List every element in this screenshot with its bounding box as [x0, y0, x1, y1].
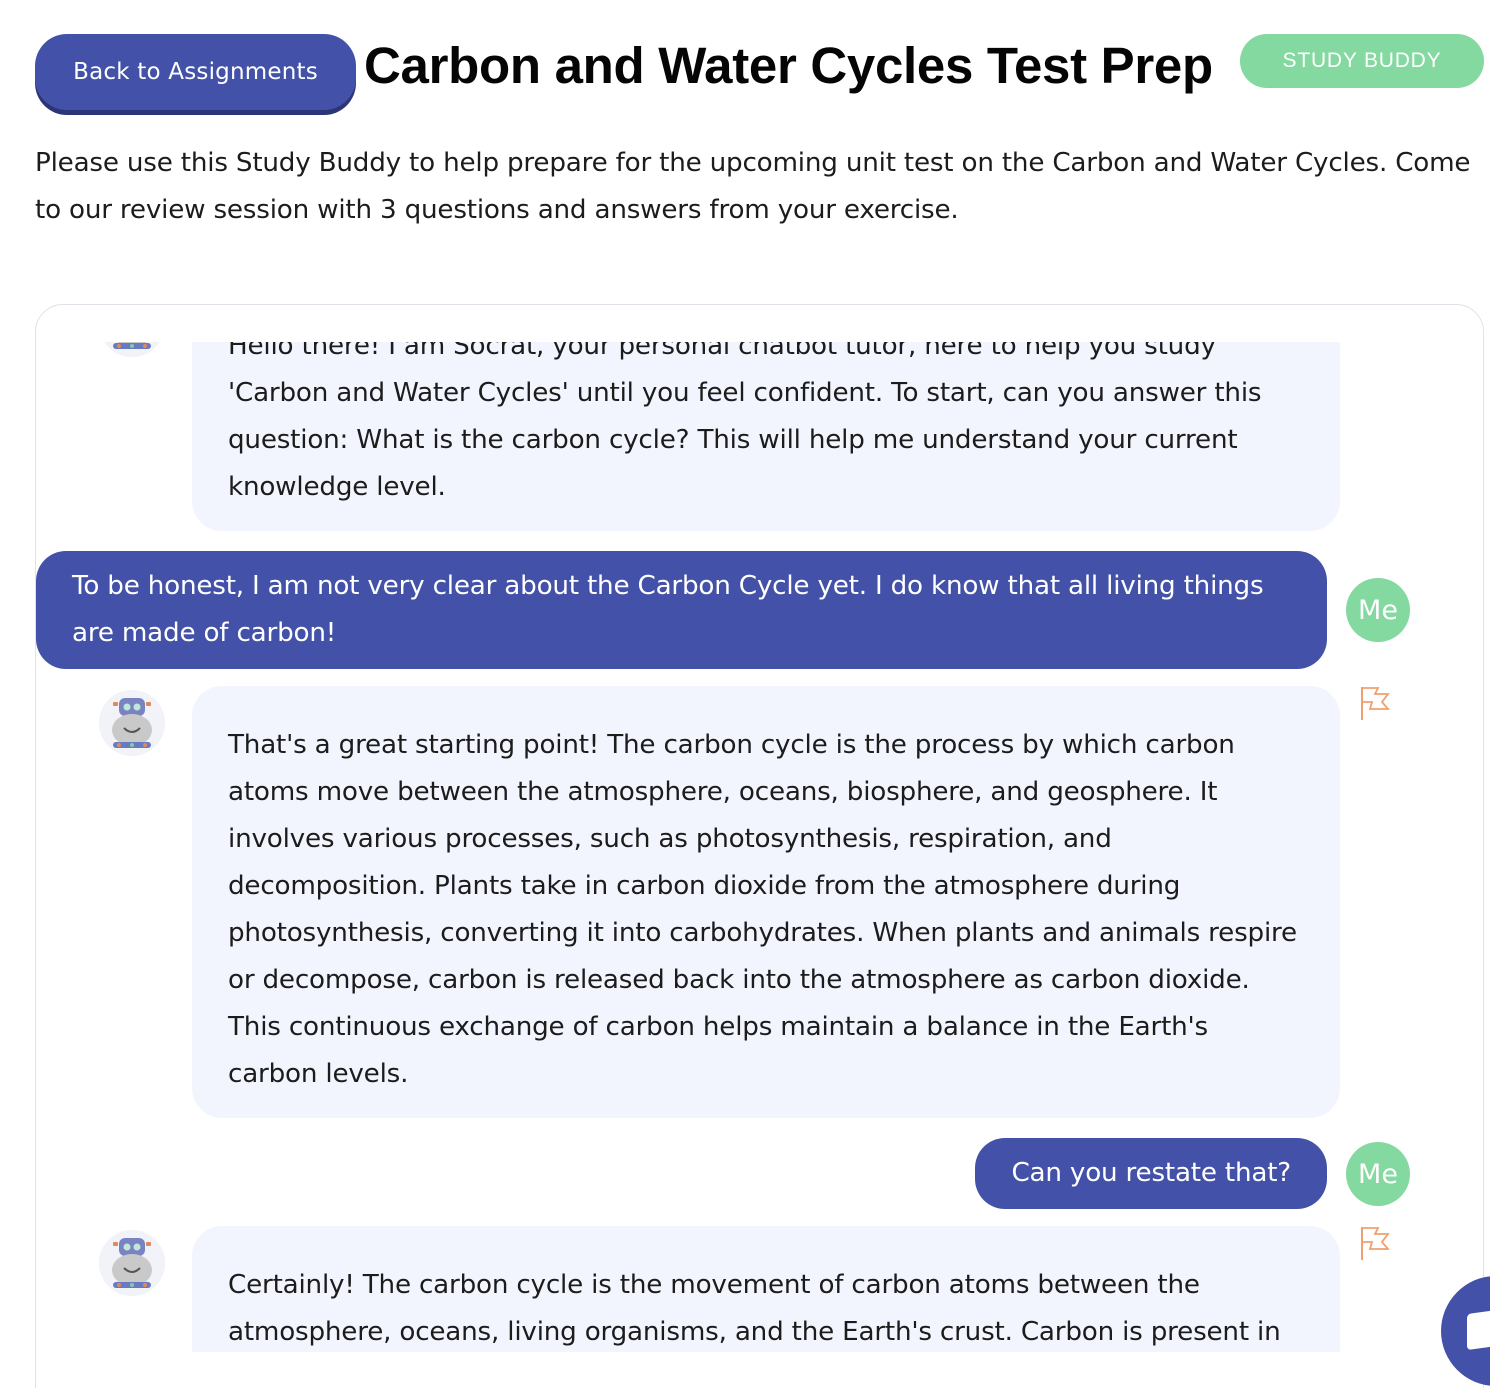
flag-icon[interactable] [1358, 1224, 1392, 1262]
chat-scroll-area[interactable]: Hello there! I am Socrat, your personal … [36, 342, 1483, 1352]
robot-avatar-icon [99, 342, 165, 357]
bot-message-row: That's a great starting point! The carbo… [36, 686, 1483, 1118]
robot-avatar-icon [99, 1230, 165, 1296]
bot-message-bubble: Certainly! The carbon cycle is the movem… [192, 1226, 1340, 1352]
bot-message-row: Hello there! I am Socrat, your personal … [36, 342, 1483, 531]
flag-icon[interactable] [1358, 684, 1392, 722]
chat-panel: Hello there! I am Socrat, your personal … [35, 304, 1484, 1388]
user-message-row: Can you restate that? Me [36, 1138, 1483, 1209]
user-message-bubble: To be honest, I am not very clear about … [36, 551, 1327, 669]
back-to-assignments-button[interactable]: Back to Assignments [35, 34, 356, 110]
assignment-description: Please use this Study Buddy to help prep… [35, 148, 1471, 225]
chat-help-icon [1467, 1309, 1490, 1351]
user-avatar: Me [1346, 1142, 1410, 1206]
user-message-bubble: Can you restate that? [975, 1138, 1327, 1209]
page-title: Carbon and Water Cycles Test Prep [364, 37, 1213, 94]
bot-message-bubble: Hello there! I am Socrat, your personal … [192, 342, 1340, 531]
user-avatar: Me [1346, 578, 1410, 642]
robot-avatar-icon [99, 690, 165, 756]
message-list: Hello there! I am Socrat, your personal … [36, 342, 1483, 1352]
bot-message-bubble: That's a great starting point! The carbo… [192, 686, 1340, 1118]
study-buddy-badge: STUDY BUDDY [1240, 34, 1484, 88]
bot-message-row: Certainly! The carbon cycle is the movem… [36, 1226, 1483, 1352]
user-message-row: To be honest, I am not very clear about … [36, 551, 1483, 669]
